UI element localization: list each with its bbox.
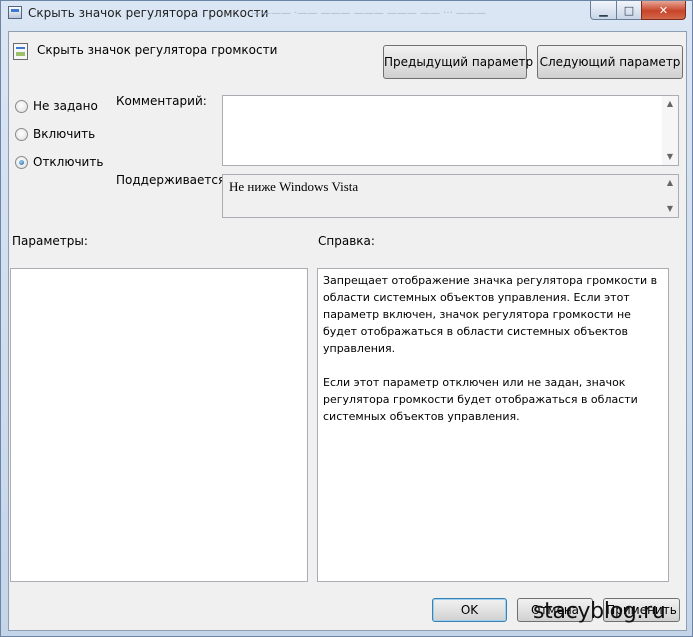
comment-textarea[interactable]: ▲ ▼ [222, 95, 679, 166]
options-panel [10, 268, 308, 582]
radio-disabled-indicator[interactable] [15, 155, 28, 169]
ok-button[interactable]: OK [432, 598, 507, 622]
comment-label: Комментарий: [116, 94, 207, 108]
supported-scrollbar[interactable]: ▲ ▼ [662, 175, 678, 217]
help-paragraph: Запрещает отображение значка регулятора … [323, 274, 658, 355]
window-title: Скрыть значок регулятора громкости [28, 6, 269, 20]
scroll-up-arrow-icon[interactable]: ▲ [662, 175, 678, 191]
comment-scrollbar[interactable]: ▲ ▼ [662, 96, 678, 165]
app-icon [8, 6, 22, 19]
options-label: Параметры: [12, 234, 88, 248]
help-panel: Запрещает отображение значка регулятора … [317, 268, 669, 582]
background-window-title: ———— ·—— ——— ——— ——— —— ··· ——— [251, 8, 486, 19]
radio-disabled[interactable]: Отключить [15, 155, 103, 169]
radio-enabled[interactable]: Включить [15, 127, 95, 141]
supported-value: Не ниже Windows Vista [229, 179, 359, 194]
maximize-button[interactable]: □ [616, 1, 642, 20]
title-bar[interactable]: Скрыть значок регулятора громкости ———— … [1, 1, 692, 25]
scroll-down-arrow-icon[interactable]: ▼ [662, 149, 678, 165]
previous-setting-button[interactable]: Предыдущий параметр [383, 45, 533, 79]
scroll-up-arrow-icon[interactable]: ▲ [662, 96, 678, 112]
help-label: Справка: [318, 234, 375, 248]
watermark: stacyblog.ru [533, 599, 666, 624]
maximize-icon: □ [623, 3, 635, 17]
radio-not-configured[interactable]: Не задано [15, 99, 98, 113]
radio-not-configured-indicator[interactable] [15, 99, 28, 113]
help-paragraph: Если этот параметр отключен или не задан… [323, 376, 638, 423]
policy-setting-icon [13, 43, 28, 60]
radio-disabled-label: Отключить [33, 155, 104, 169]
close-icon: ✕ [658, 3, 669, 17]
supported-label: Поддерживается: [116, 173, 230, 187]
dialog-content: Скрыть значок регулятора громкости Преды… [8, 31, 687, 631]
policy-name: Скрыть значок регулятора громкости [37, 43, 278, 57]
radio-enabled-indicator[interactable] [15, 127, 28, 141]
minimize-icon: ▁ [599, 3, 608, 17]
next-setting-button[interactable]: Следующий параметр [537, 45, 683, 79]
supported-on-field: Не ниже Windows Vista ▲ ▼ [222, 174, 679, 218]
policy-dialog-window: Скрыть значок регулятора громкости ———— … [0, 0, 693, 637]
radio-enabled-label: Включить [33, 127, 96, 141]
help-text: Запрещает отображение значка регулятора … [323, 272, 662, 442]
scroll-down-arrow-icon[interactable]: ▼ [662, 201, 678, 217]
close-button[interactable]: ✕ [641, 1, 686, 20]
radio-not-configured-label: Не задано [33, 99, 98, 113]
minimize-button[interactable]: ▁ [590, 1, 617, 20]
